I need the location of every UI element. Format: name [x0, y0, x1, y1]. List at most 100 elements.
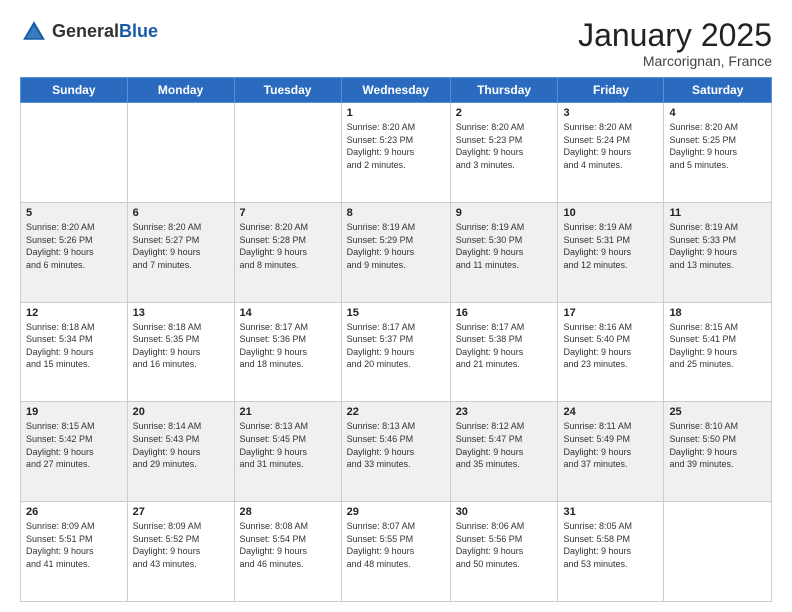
calendar-cell: 9Sunrise: 8:19 AM Sunset: 5:30 PM Daylig… — [450, 202, 558, 302]
day-info: Sunrise: 8:13 AM Sunset: 5:46 PM Dayligh… — [347, 420, 445, 470]
day-number: 31 — [563, 506, 658, 518]
calendar-cell: 5 Sunrise: 8:20 AM Sunset: 5:26 PM Daylig… — [21, 202, 128, 302]
day-number: 12 — [26, 307, 122, 319]
calendar-cell — [234, 103, 341, 203]
day-info: Sunrise: 8:20 AM Sunset: 5:23 PM Dayligh… — [456, 121, 553, 171]
calendar-cell: 26Sunrise: 8:09 AM Sunset: 5:51 PM Dayli… — [21, 502, 128, 602]
day-number: 29 — [347, 506, 445, 518]
day-number: 20 — [133, 406, 229, 418]
calendar-cell: 29 Sunrise: 8:07 AM Sunset: 5:55 PM Dayli… — [341, 502, 450, 602]
day-number: 27 — [133, 506, 229, 518]
day-number: 14 — [240, 307, 336, 319]
weekday-header-saturday: Saturday — [664, 78, 772, 103]
month-title: January 2025 — [578, 18, 772, 53]
day-number: 13 — [133, 307, 229, 319]
day-info: Sunrise: 8:18 AM Sunset: 5:34 PM Dayligh… — [26, 321, 122, 371]
calendar-cell: 21Sunrise: 8:13 AM Sunset: 5:45 PM Dayli… — [234, 402, 341, 502]
day-number: 3 — [563, 107, 658, 119]
day-info: Sunrise: 8:20 AM Sunset: 5:23 PM Dayligh… — [347, 121, 445, 171]
day-info: Sunrise: 8:17 AM Sunset: 5:36 PM Dayligh… — [240, 321, 336, 371]
calendar-cell: 17Sunrise: 8:16 AM Sunset: 5:40 PM Dayli… — [558, 302, 664, 402]
day-info: Sunrise: 8:08 AM Sunset: 5:54 PM Dayligh… — [240, 520, 336, 570]
calendar-week-row: 19 Sunrise: 8:15 AM Sunset: 5:42 PM Dayli… — [21, 402, 772, 502]
calendar-cell: 24 Sunrise: 8:11 AM Sunset: 5:49 PM Dayli… — [558, 402, 664, 502]
weekday-header-friday: Friday — [558, 78, 664, 103]
day-info: Sunrise: 8:12 AM Sunset: 5:47 PM Dayligh… — [456, 420, 553, 470]
day-info: Sunrise: 8:05 AM Sunset: 5:58 PM Dayligh… — [563, 520, 658, 570]
calendar-cell — [664, 502, 772, 602]
day-number: 24 — [563, 406, 658, 418]
day-info: Sunrise: 8:11 AM Sunset: 5:49 PM Dayligh… — [563, 420, 658, 470]
calendar-week-row: 1 Sunrise: 8:20 AM Sunset: 5:23 PM Daylig… — [21, 103, 772, 203]
day-number: 16 — [456, 307, 553, 319]
day-info: Sunrise: 8:17 AM Sunset: 5:37 PM Dayligh… — [347, 321, 445, 371]
day-number: 8 — [347, 207, 445, 219]
calendar-cell: 31 Sunrise: 8:05 AM Sunset: 5:58 PM Dayli… — [558, 502, 664, 602]
day-number: 26 — [26, 506, 122, 518]
title-block: January 2025 Marcorignan, France — [578, 18, 772, 69]
day-number: 15 — [347, 307, 445, 319]
calendar-cell: 8 Sunrise: 8:19 AM Sunset: 5:29 PM Daylig… — [341, 202, 450, 302]
weekday-header-monday: Monday — [127, 78, 234, 103]
day-info: Sunrise: 8:19 AM Sunset: 5:29 PM Dayligh… — [347, 221, 445, 271]
day-number: 1 — [347, 107, 445, 119]
day-info: Sunrise: 8:15 AM Sunset: 5:41 PM Dayligh… — [669, 321, 766, 371]
calendar-cell: 27 Sunrise: 8:09 AM Sunset: 5:52 PM Dayli… — [127, 502, 234, 602]
weekday-header-wednesday: Wednesday — [341, 78, 450, 103]
calendar-week-row: 5 Sunrise: 8:20 AM Sunset: 5:26 PM Daylig… — [21, 202, 772, 302]
calendar-cell — [21, 103, 128, 203]
calendar-cell: 15 Sunrise: 8:17 AM Sunset: 5:37 PM Dayli… — [341, 302, 450, 402]
day-number: 28 — [240, 506, 336, 518]
day-number: 6 — [133, 207, 229, 219]
day-info: Sunrise: 8:15 AM Sunset: 5:42 PM Dayligh… — [26, 420, 122, 470]
calendar-cell — [127, 103, 234, 203]
day-number: 22 — [347, 406, 445, 418]
day-info: Sunrise: 8:20 AM Sunset: 5:26 PM Dayligh… — [26, 221, 122, 271]
calendar-cell: 11Sunrise: 8:19 AM Sunset: 5:33 PM Dayli… — [664, 202, 772, 302]
day-number: 25 — [669, 406, 766, 418]
weekday-header-thursday: Thursday — [450, 78, 558, 103]
calendar-cell: 20 Sunrise: 8:14 AM Sunset: 5:43 PM Dayli… — [127, 402, 234, 502]
day-number: 19 — [26, 406, 122, 418]
header: GeneralBlue January 2025 Marcorignan, Fr… — [20, 18, 772, 69]
day-number: 11 — [669, 207, 766, 219]
weekday-header-row: SundayMondayTuesdayWednesdayThursdayFrid… — [21, 78, 772, 103]
day-info: Sunrise: 8:06 AM Sunset: 5:56 PM Dayligh… — [456, 520, 553, 570]
day-number: 23 — [456, 406, 553, 418]
weekday-header-sunday: Sunday — [21, 78, 128, 103]
day-info: Sunrise: 8:10 AM Sunset: 5:50 PM Dayligh… — [669, 420, 766, 470]
calendar-cell: 1 Sunrise: 8:20 AM Sunset: 5:23 PM Daylig… — [341, 103, 450, 203]
day-info: Sunrise: 8:20 AM Sunset: 5:25 PM Dayligh… — [669, 121, 766, 171]
calendar-cell: 16Sunrise: 8:17 AM Sunset: 5:38 PM Dayli… — [450, 302, 558, 402]
calendar-cell: 7Sunrise: 8:20 AM Sunset: 5:28 PM Daylig… — [234, 202, 341, 302]
calendar-cell: 18 Sunrise: 8:15 AM Sunset: 5:41 PM Dayli… — [664, 302, 772, 402]
calendar-cell: 13 Sunrise: 8:18 AM Sunset: 5:35 PM Dayli… — [127, 302, 234, 402]
calendar-cell: 6 Sunrise: 8:20 AM Sunset: 5:27 PM Daylig… — [127, 202, 234, 302]
day-info: Sunrise: 8:18 AM Sunset: 5:35 PM Dayligh… — [133, 321, 229, 371]
calendar-cell: 4 Sunrise: 8:20 AM Sunset: 5:25 PM Daylig… — [664, 103, 772, 203]
day-info: Sunrise: 8:20 AM Sunset: 5:24 PM Dayligh… — [563, 121, 658, 171]
logo-text: GeneralBlue — [52, 22, 158, 42]
day-info: Sunrise: 8:09 AM Sunset: 5:52 PM Dayligh… — [133, 520, 229, 570]
day-info: Sunrise: 8:13 AM Sunset: 5:45 PM Dayligh… — [240, 420, 336, 470]
calendar-table: SundayMondayTuesdayWednesdayThursdayFrid… — [20, 77, 772, 602]
day-number: 18 — [669, 307, 766, 319]
calendar-cell: 28 Sunrise: 8:08 AM Sunset: 5:54 PM Dayli… — [234, 502, 341, 602]
day-number: 7 — [240, 207, 336, 219]
day-info: Sunrise: 8:19 AM Sunset: 5:30 PM Dayligh… — [456, 221, 553, 271]
day-number: 5 — [26, 207, 122, 219]
calendar-cell: 23 Sunrise: 8:12 AM Sunset: 5:47 PM Dayli… — [450, 402, 558, 502]
day-info: Sunrise: 8:20 AM Sunset: 5:27 PM Dayligh… — [133, 221, 229, 271]
calendar-page: GeneralBlue January 2025 Marcorignan, Fr… — [0, 0, 792, 612]
weekday-header-tuesday: Tuesday — [234, 78, 341, 103]
calendar-cell: 22 Sunrise: 8:13 AM Sunset: 5:46 PM Dayli… — [341, 402, 450, 502]
day-info: Sunrise: 8:07 AM Sunset: 5:55 PM Dayligh… — [347, 520, 445, 570]
day-number: 10 — [563, 207, 658, 219]
day-info: Sunrise: 8:14 AM Sunset: 5:43 PM Dayligh… — [133, 420, 229, 470]
location: Marcorignan, France — [578, 53, 772, 69]
day-number: 4 — [669, 107, 766, 119]
calendar-week-row: 26Sunrise: 8:09 AM Sunset: 5:51 PM Dayli… — [21, 502, 772, 602]
day-info: Sunrise: 8:16 AM Sunset: 5:40 PM Dayligh… — [563, 321, 658, 371]
calendar-cell: 14 Sunrise: 8:17 AM Sunset: 5:36 PM Dayli… — [234, 302, 341, 402]
calendar-week-row: 12 Sunrise: 8:18 AM Sunset: 5:34 PM Dayli… — [21, 302, 772, 402]
